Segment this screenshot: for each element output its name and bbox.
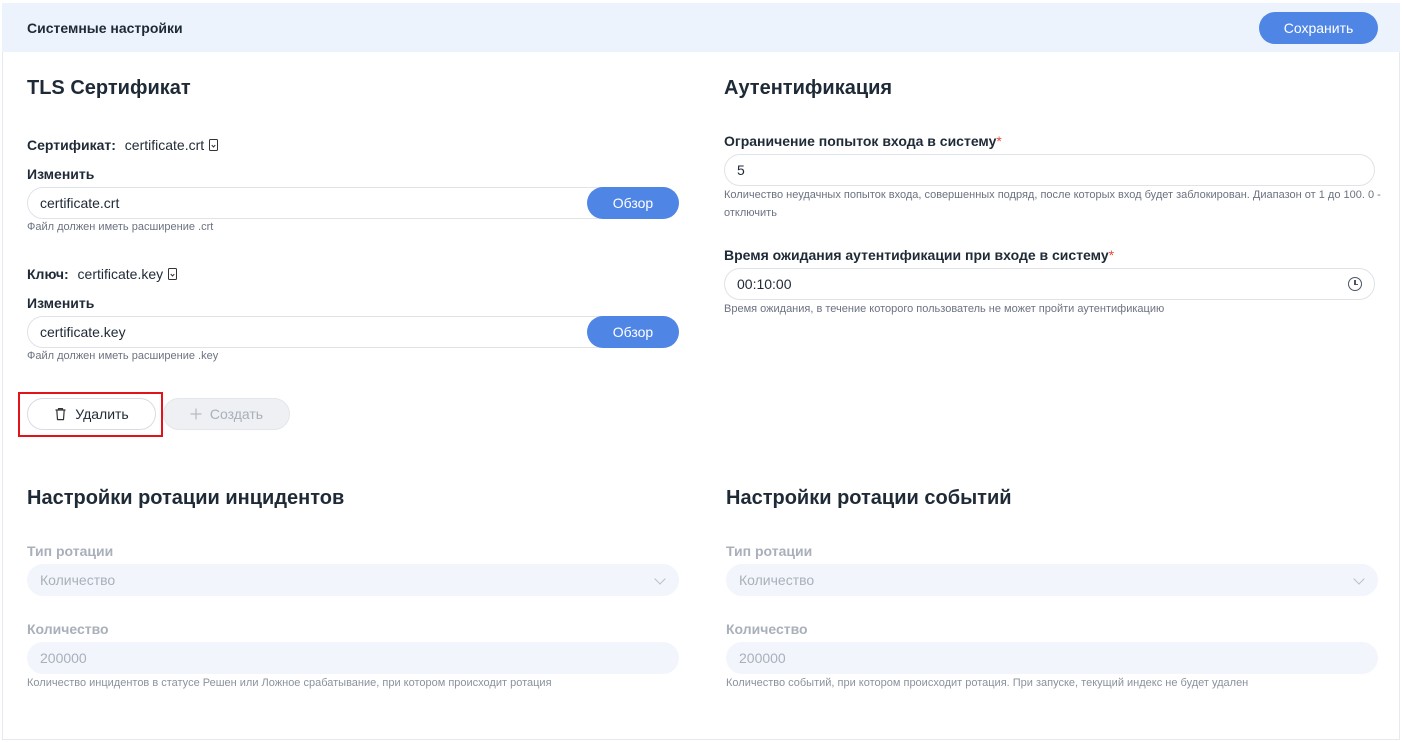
incidents-type-value: Количество <box>40 572 116 588</box>
tls-section-title: TLS Сертификат <box>27 77 191 99</box>
incidents-type-select[interactable]: Количество <box>27 564 679 596</box>
download-file-icon[interactable] <box>209 139 219 151</box>
events-count-input[interactable]: 200000 <box>726 642 1378 674</box>
events-count-help: Количество событий, при котором происход… <box>726 677 1249 689</box>
certificate-browse-button[interactable]: Обзор <box>587 187 679 219</box>
certificate-file-input[interactable]: certificate.crt <box>27 187 679 219</box>
plus-icon <box>190 408 202 420</box>
key-row: Ключ: certificate.key <box>27 266 178 282</box>
download-file-icon[interactable] <box>168 268 178 280</box>
key-input-value: certificate.key <box>40 324 126 340</box>
certificate-file-name: certificate.crt <box>124 137 205 153</box>
attempts-help-text: Количество неудачных попыток входа, сове… <box>724 189 1381 219</box>
settings-panel <box>2 3 1400 740</box>
page-title: Системные настройки <box>27 20 183 36</box>
certificate-row: Сертификат: certificate.crt <box>27 137 219 153</box>
timeout-input[interactable]: 00:10:00 <box>724 268 1375 300</box>
incidents-count-help: Количество инцидентов в статусе Решен ил… <box>27 677 552 689</box>
chevron-down-icon <box>1353 573 1365 585</box>
events-type-select[interactable]: Количество <box>726 564 1378 596</box>
attempts-label: Ограничение попыток входа в систему* <box>724 133 1002 149</box>
key-file-input[interactable]: certificate.key <box>27 316 679 348</box>
required-mark: * <box>996 133 1002 149</box>
key-help-text: Файл должен иметь расширение .key <box>27 350 219 362</box>
incidents-count-value: 200000 <box>40 650 87 666</box>
incidents-rotation-title: Настройки ротации инцидентов <box>27 487 345 509</box>
clock-icon[interactable] <box>1348 277 1362 291</box>
create-button-label: Создать <box>209 406 264 422</box>
incidents-count-input[interactable]: 200000 <box>27 642 679 674</box>
timeout-label: Время ожидания аутентификации при входе … <box>724 247 1114 263</box>
highlight-box <box>18 392 163 437</box>
timeout-label-text: Время ожидания аутентификации при входе … <box>724 247 1109 263</box>
key-browse-button[interactable]: Обзор <box>587 316 679 348</box>
key-change-label: Изменить <box>27 295 95 311</box>
chevron-down-icon <box>654 573 666 585</box>
certificate-input-value: certificate.crt <box>40 195 120 211</box>
auth-section-title: Аутентификация <box>724 77 893 99</box>
attempts-input-value: 5 <box>737 162 745 178</box>
attempts-input[interactable]: 5 <box>724 154 1375 186</box>
attempts-label-text: Ограничение попыток входа в систему <box>724 133 997 149</box>
certificate-change-label: Изменить <box>27 166 95 182</box>
create-button[interactable]: Создать <box>163 398 290 430</box>
incidents-count-label: Количество <box>27 621 109 637</box>
key-label: Ключ: <box>27 266 69 282</box>
certificate-label: Сертификат: <box>27 137 116 153</box>
events-count-value: 200000 <box>739 650 786 666</box>
required-mark: * <box>1108 247 1115 263</box>
events-type-value: Количество <box>739 572 815 588</box>
certificate-help-text: Файл должен иметь расширение .crt <box>27 221 214 233</box>
incidents-type-label: Тип ротации <box>27 543 114 559</box>
timeout-help-text: Время ожидания, в течение которого польз… <box>724 303 1165 315</box>
key-file-name: certificate.key <box>77 266 164 282</box>
timeout-input-value: 00:10:00 <box>737 276 792 292</box>
header-bar: Системные настройки Сохранить <box>2 3 1400 52</box>
events-count-label: Количество <box>726 621 808 637</box>
events-rotation-title: Настройки ротации событий <box>726 487 1012 509</box>
events-type-label: Тип ротации <box>726 543 813 559</box>
save-button[interactable]: Сохранить <box>1259 12 1378 44</box>
